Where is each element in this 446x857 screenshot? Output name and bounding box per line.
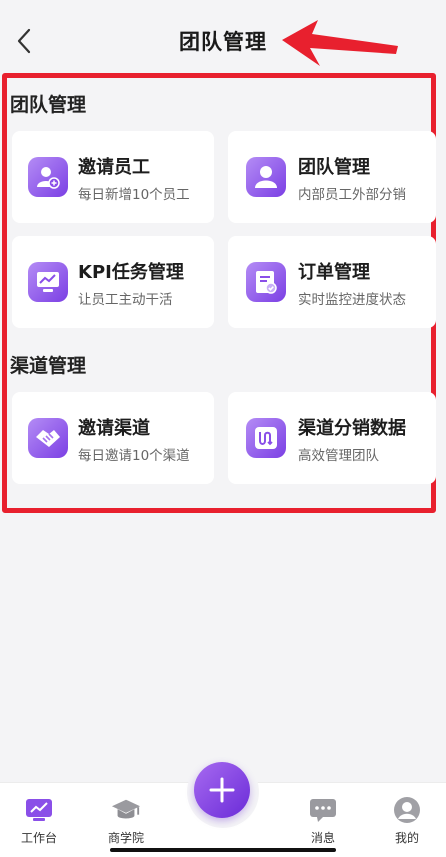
tab-messages[interactable]: 消息 bbox=[288, 797, 358, 846]
card-title: KPI任务管理 bbox=[78, 262, 184, 283]
card-title: 订单管理 bbox=[298, 262, 370, 283]
card-order-management[interactable]: 订单管理 实时监控进度状态 bbox=[228, 236, 436, 328]
section-title-channel: 渠道管理 bbox=[10, 355, 87, 377]
section-title-team: 团队管理 bbox=[10, 94, 87, 116]
card-subtitle: 实时监控进度状态 bbox=[298, 292, 406, 308]
card-subtitle: 高效管理团队 bbox=[298, 448, 379, 464]
user-icon bbox=[246, 157, 286, 197]
handshake-icon bbox=[28, 418, 68, 458]
profile-icon bbox=[392, 797, 422, 823]
add-button[interactable] bbox=[194, 762, 250, 818]
workbench-icon bbox=[24, 797, 54, 823]
card-team-management[interactable]: 团队管理 内部员工外部分销 bbox=[228, 131, 436, 223]
tab-business-school[interactable]: 商学院 bbox=[91, 797, 161, 846]
card-invite-channel[interactable]: 邀请渠道 每日邀请10个渠道 bbox=[12, 392, 214, 484]
home-indicator bbox=[110, 848, 336, 852]
tab-label: 消息 bbox=[310, 831, 335, 845]
order-doc-icon bbox=[246, 262, 286, 302]
card-title: 渠道分销数据 bbox=[298, 418, 406, 439]
message-icon bbox=[308, 797, 338, 823]
plus-icon bbox=[209, 777, 235, 803]
card-title: 邀请员工 bbox=[78, 157, 150, 178]
tab-label: 我的 bbox=[394, 831, 419, 845]
chart-monitor-icon bbox=[28, 262, 68, 302]
card-subtitle: 每日邀请10个渠道 bbox=[78, 448, 190, 464]
add-user-icon bbox=[28, 157, 68, 197]
tab-label: 商学院 bbox=[107, 831, 144, 845]
distribution-icon bbox=[246, 418, 286, 458]
graduation-cap-icon bbox=[111, 797, 141, 823]
card-channel-distribution-data[interactable]: 渠道分销数据 高效管理团队 bbox=[228, 392, 436, 484]
card-subtitle: 每日新增10个员工 bbox=[78, 187, 190, 203]
tab-workbench[interactable]: 工作台 bbox=[4, 797, 74, 846]
card-subtitle: 内部员工外部分销 bbox=[298, 187, 406, 203]
card-kpi-tasks[interactable]: KPI任务管理 让员工主动干活 bbox=[12, 236, 214, 328]
card-invite-staff[interactable]: 邀请员工 每日新增10个员工 bbox=[12, 131, 214, 223]
tab-mine[interactable]: 我的 bbox=[372, 797, 442, 846]
header: 团队管理 bbox=[0, 0, 446, 80]
card-title: 邀请渠道 bbox=[78, 418, 150, 439]
card-subtitle: 让员工主动干活 bbox=[78, 292, 173, 308]
annotation-arrow-icon bbox=[282, 20, 398, 66]
tab-label: 工作台 bbox=[20, 831, 57, 845]
card-title: 团队管理 bbox=[298, 157, 370, 178]
